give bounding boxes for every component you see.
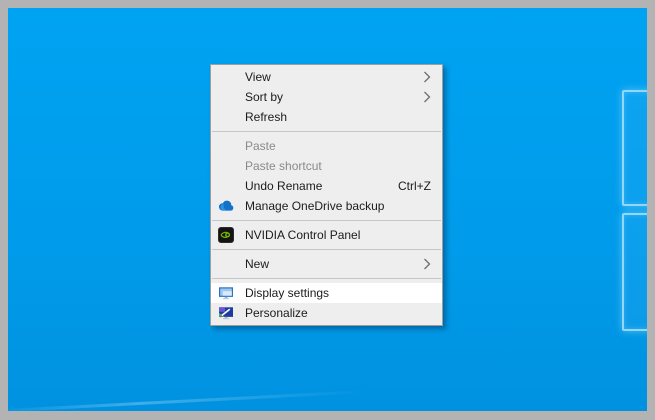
menu-item-paste: Paste — [211, 136, 442, 156]
menu-item-undo-rename[interactable]: Undo Rename Ctrl+Z — [211, 176, 442, 196]
menu-item-label: Personalize — [245, 306, 308, 320]
nvidia-icon — [218, 227, 234, 243]
menu-item-label: Undo Rename — [245, 179, 323, 193]
display-settings-icon — [218, 285, 234, 301]
submenu-chevron-icon — [423, 91, 431, 103]
menu-item-display-settings[interactable]: Display settings — [211, 283, 442, 303]
menu-item-label: Manage OneDrive backup — [245, 199, 385, 213]
onedrive-icon — [218, 198, 234, 214]
icon-placeholder — [218, 69, 234, 85]
menu-item-label: NVIDIA Control Panel — [245, 228, 361, 242]
menu-item-nvidia-control-panel[interactable]: NVIDIA Control Panel — [211, 225, 442, 245]
submenu-chevron-icon — [423, 258, 431, 270]
menu-item-label: Display settings — [245, 286, 330, 300]
icon-placeholder — [218, 109, 234, 125]
menu-separator — [212, 278, 441, 279]
wallpaper-light-streak — [8, 390, 368, 411]
wallpaper-window-glow-top — [622, 90, 647, 206]
menu-item-label: New — [245, 257, 270, 271]
icon-placeholder — [218, 256, 234, 272]
menu-item-label: Paste shortcut — [245, 159, 322, 173]
icon-placeholder — [218, 178, 234, 194]
menu-item-label: Refresh — [245, 110, 288, 124]
menu-separator — [212, 131, 441, 132]
submenu-chevron-icon — [423, 71, 431, 83]
menu-item-refresh[interactable]: Refresh — [211, 107, 442, 127]
menu-item-paste-shortcut: Paste shortcut — [211, 156, 442, 176]
icon-placeholder — [218, 89, 234, 105]
menu-separator — [212, 220, 441, 221]
personalize-icon — [218, 305, 234, 321]
menu-item-view[interactable]: View — [211, 67, 442, 87]
menu-item-label: Sort by — [245, 90, 284, 104]
desktop-wallpaper[interactable]: View Sort by Refresh Paste Paste shortcu… — [8, 8, 647, 411]
icon-placeholder — [218, 138, 234, 154]
menu-item-manage-onedrive-backup[interactable]: Manage OneDrive backup — [211, 196, 442, 216]
menu-item-personalize[interactable]: Personalize — [211, 303, 442, 323]
menu-item-label: View — [245, 70, 271, 84]
desktop-context-menu: View Sort by Refresh Paste Paste shortcu… — [210, 64, 443, 326]
icon-placeholder — [218, 158, 234, 174]
menu-item-label: Paste — [245, 139, 276, 153]
wallpaper-window-glow-bottom — [622, 213, 647, 331]
menu-separator — [212, 249, 441, 250]
menu-item-sort-by[interactable]: Sort by — [211, 87, 442, 107]
screenshot-frame: View Sort by Refresh Paste Paste shortcu… — [0, 0, 655, 420]
keyboard-shortcut: Ctrl+Z — [398, 179, 431, 193]
menu-item-new[interactable]: New — [211, 254, 442, 274]
